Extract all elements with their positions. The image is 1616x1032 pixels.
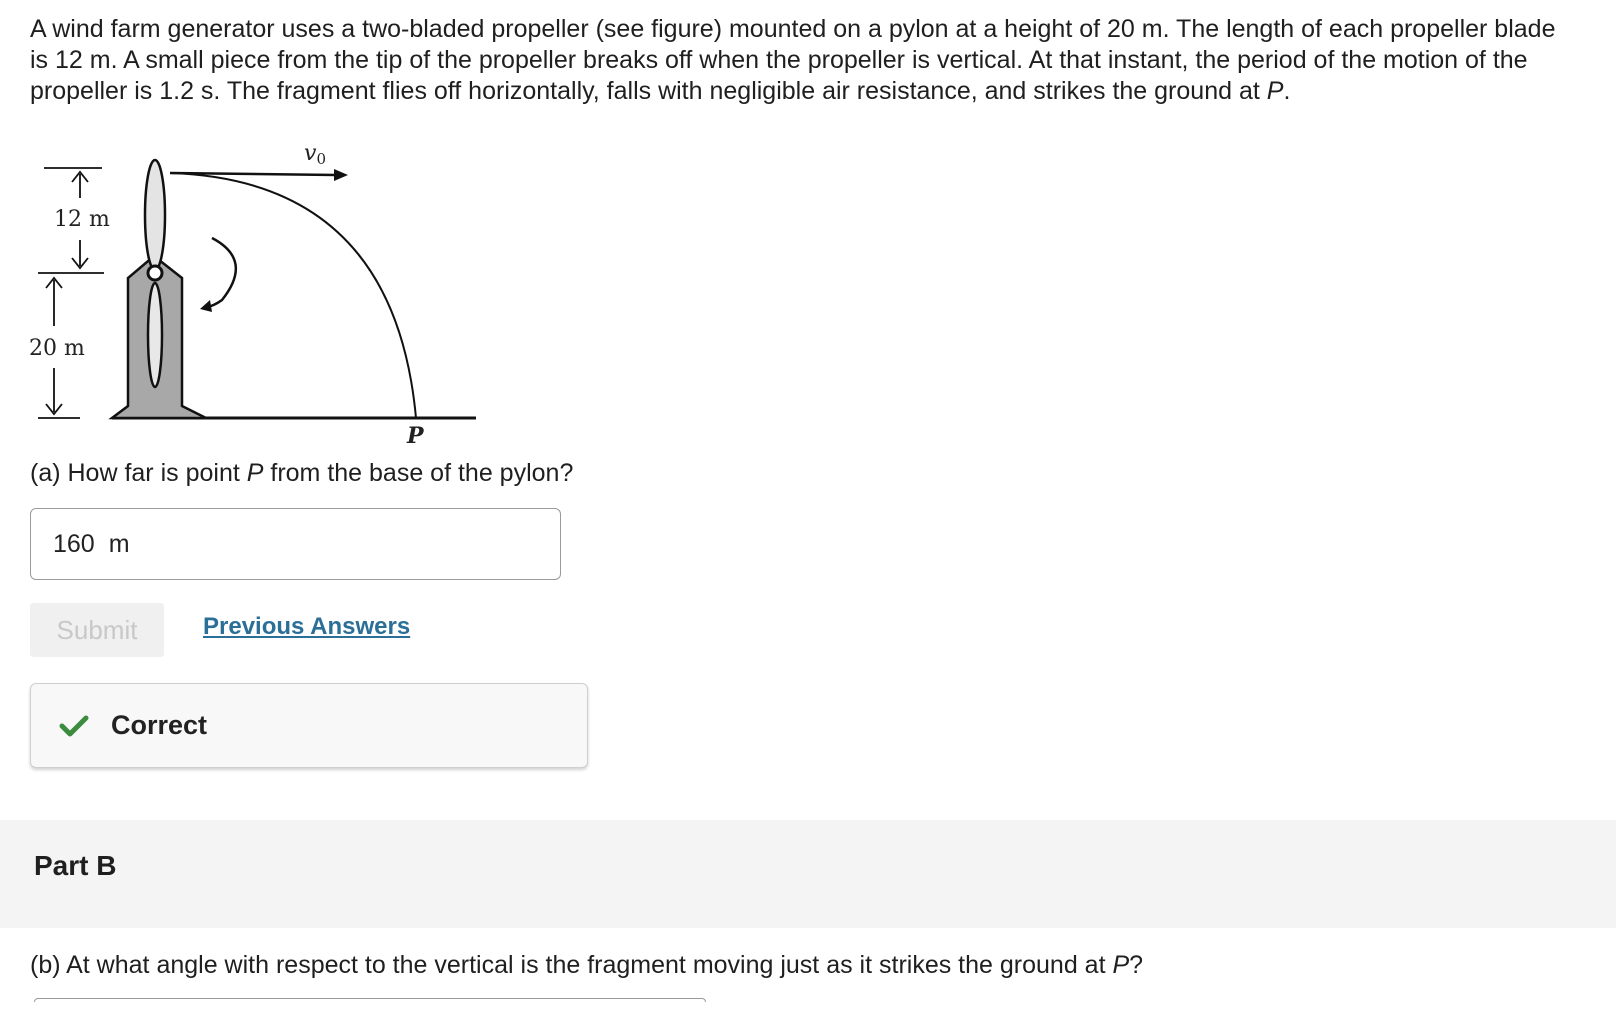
problem-text: A wind farm generator uses a two-bladed … (30, 15, 1556, 105)
velocity-arrowhead (334, 169, 348, 181)
wind-generator-figure: v0 P 12 m 20 m (24, 140, 494, 456)
part-a-answer-field[interactable]: 160 m (30, 508, 561, 580)
problem-text-end: . (1283, 77, 1291, 105)
problem-statement: A wind farm generator uses a two-bladed … (30, 14, 1570, 107)
part-b-answer-field[interactable] (34, 998, 706, 1002)
part-b-question-text: (b) At what angle with respect to the ve… (30, 951, 1113, 979)
part-b-question: (b) At what angle with respect to the ve… (30, 950, 1143, 980)
part-b-question-text-end: ? (1129, 951, 1144, 979)
answer-value: 160 (53, 529, 95, 558)
part-a-question: (a) How far is point P from the base of … (30, 458, 573, 488)
blade-length-label: 12 m (54, 207, 110, 232)
previous-answers-link[interactable]: Previous Answers (203, 613, 410, 641)
figure-svg: v0 P 12 m 20 m (29, 141, 476, 449)
part-b-title[interactable]: Part B (34, 850, 116, 882)
feedback-label: Correct (111, 710, 208, 740)
answer-unit: m (108, 529, 130, 558)
pylon-height-label: 20 m (29, 336, 85, 361)
part-a-point-label: P (246, 459, 264, 487)
lower-blade (146, 281, 164, 389)
feedback-box: Correct (30, 683, 588, 768)
velocity-label: v0 (304, 141, 326, 168)
part-a-question-text: (a) How far is point (30, 459, 247, 487)
trajectory-curve (169, 172, 417, 419)
rotation-arrowhead (200, 300, 212, 312)
part-b-header: Part B (0, 820, 1616, 928)
part-a-question-text-end: from the base of the pylon? (263, 459, 574, 487)
propeller-hub (146, 264, 164, 282)
point-p-label: P (406, 423, 425, 449)
upper-blade (143, 158, 167, 272)
rotation-arc (203, 236, 238, 310)
part-b-point-label: P (1112, 951, 1130, 979)
problem-point-label: P (1266, 77, 1284, 105)
submit-button[interactable]: Submit (30, 603, 164, 657)
check-icon (59, 715, 89, 736)
